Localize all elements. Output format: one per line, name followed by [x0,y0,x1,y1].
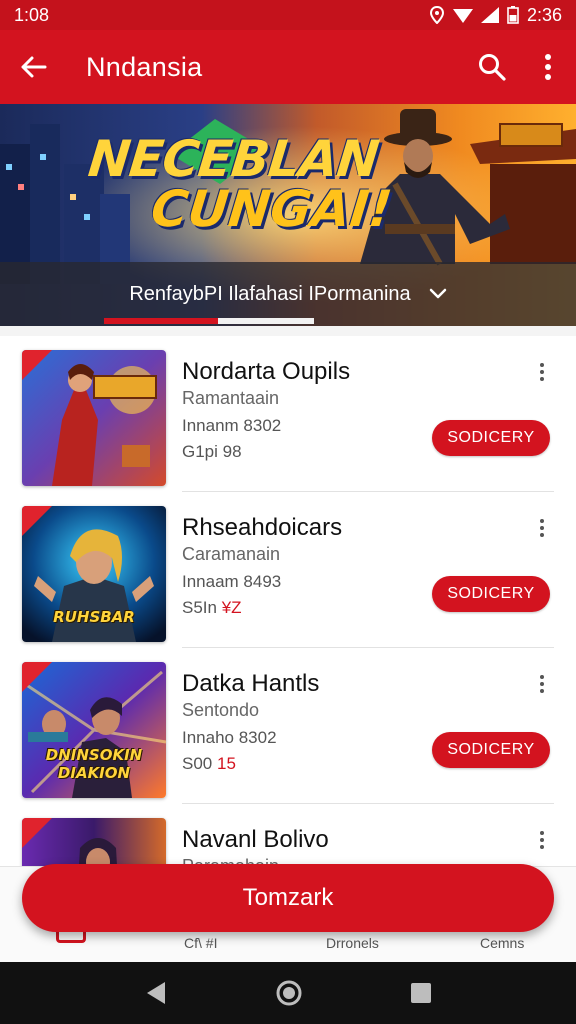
status-time-left: 1:08 [14,4,50,25]
overflow-menu-button[interactable] [520,30,576,104]
location-icon [429,6,444,24]
signal-icon [480,7,499,23]
status-time-right: 2:36 [526,4,562,25]
row-more-button[interactable] [534,516,550,540]
thumb-caption: DNINSOKIN DIAKION [45,746,143,782]
game-thumbnail[interactable]: DNINSOKIN DIAKION [22,662,166,798]
banner-tab-indicator [104,318,218,324]
game-price-value: 98 [222,442,242,461]
list-item[interactable]: RUHSBAR Rhseahdoicars Caramanain Innaam … [0,492,576,648]
game-list: Nordarta Oupils Ramantaain Innanm 8302 G… [0,336,576,866]
game-title: Nordarta Oupils [182,358,351,385]
battery-icon [507,6,519,24]
list-item[interactable]: Navanl Bolivo Paramahain [0,804,576,866]
game-subtitle: Caramanain [182,544,281,564]
home-tab-icon[interactable] [56,931,86,943]
game-price-value: ¥Z [221,598,242,617]
banner-headline-line2: CUNGAI! [148,180,395,238]
row-more-button[interactable] [534,360,550,384]
game-thumbnail[interactable] [22,350,166,486]
list-item[interactable]: Nordarta Oupils Ramantaain Innanm 8302 G… [0,336,576,492]
game-title: Datka Hantls [182,670,320,697]
app-screen: 1:08 2:36 Nndansia NECEBLAN CUNGAI! Renf… [0,0,576,1024]
home-circle-icon[interactable] [275,979,303,1007]
row-action-button[interactable]: SODICERY [432,576,550,612]
game-price-line: S5In ¥Z [182,598,242,618]
promo-banner[interactable]: NECEBLAN CUNGAI! RenfaybPI Ilafahasi IPo… [0,104,576,326]
nav-item-2[interactable]: Cf\ #I [184,935,217,951]
thumb-caption: RUHSBAR [53,608,135,626]
banner-tab-indicator-inactive [218,318,314,324]
banner-dropdown[interactable]: RenfaybPI Ilafahasi IPormanina [0,262,576,326]
status-icons: 2:36 [429,5,562,26]
thumb-corner-badge [22,350,52,380]
chevron-down-icon [429,288,446,299]
game-price-value: 15 [216,754,236,773]
back-button[interactable] [0,30,66,104]
list-item[interactable]: DNINSOKIN DIAKION Datka Hantls Sentondo … [0,648,576,804]
wifi-icon [452,9,473,23]
game-thumbnail[interactable]: RUHSBAR [22,506,166,642]
row-more-button[interactable] [534,828,550,852]
page-title: Nndansia [86,51,203,82]
primary-action-button[interactable]: Tomzark [22,864,554,932]
back-triangle-icon[interactable] [143,980,169,1006]
thumb-corner-badge [22,506,52,536]
game-meta: Innanm 8302 [182,416,282,435]
banner-headline: NECEBLAN CUNGAI! [81,130,400,238]
game-subtitle: Ramantaain [182,388,280,408]
game-price-line: G1pi 98 [182,442,242,462]
system-navigation-bar [0,962,576,1024]
row-action-button[interactable]: SODICERY [432,732,550,768]
app-bar: Nndansia [0,30,576,104]
status-bar: 1:08 2:36 [0,0,576,30]
more-vertical-icon [545,54,551,80]
thumb-corner-badge [22,662,52,692]
game-thumbnail[interactable] [22,818,166,866]
arrow-left-icon [21,56,47,78]
game-meta: Innaam 8493 [182,572,282,591]
game-price-prefix: G1pi [182,442,218,461]
banner-headline-line1: NECEBLAN [85,130,382,188]
game-subtitle: Sentondo [182,700,260,720]
row-action-button[interactable]: SODICERY [432,420,550,456]
row-more-button[interactable] [534,672,550,696]
game-title: Rhseahdoicars [182,514,343,541]
game-title: Navanl Bolivo [182,826,329,853]
nav-item-3[interactable]: Drronels [326,935,379,951]
nav-item-4[interactable]: Cemns [480,935,524,951]
search-button[interactable] [464,30,520,104]
game-price-prefix: S5In [182,598,217,617]
game-price-prefix: S00 [182,754,213,773]
game-price-line: S00 15 [182,754,236,774]
game-meta: Innaho 8302 [182,728,277,747]
thumb-corner-badge [22,818,52,848]
banner-dropdown-label: RenfaybPI Ilafahasi IPormanina [129,282,411,305]
recents-square-icon[interactable] [409,981,433,1005]
search-icon [479,54,506,81]
